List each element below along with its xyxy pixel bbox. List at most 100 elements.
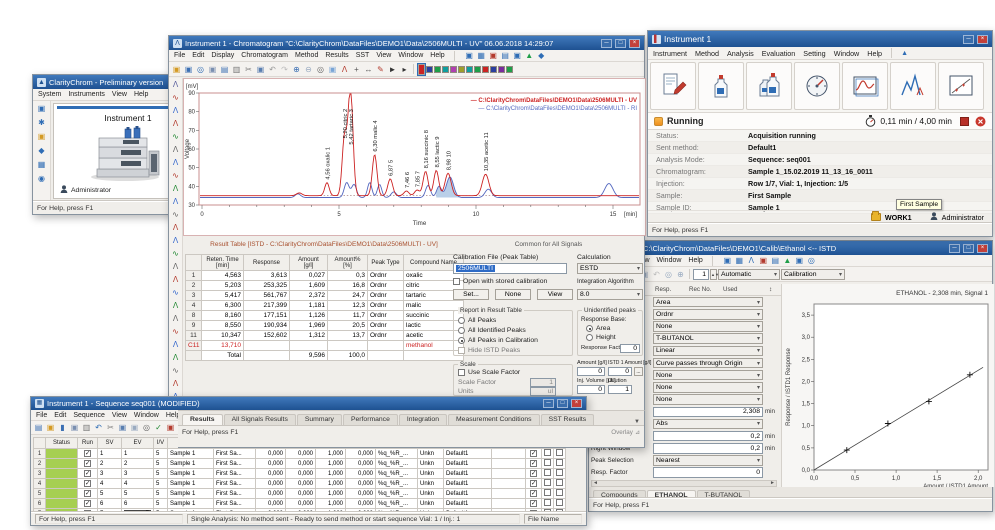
option-checkbox[interactable] xyxy=(542,479,554,489)
run-checkbox[interactable]: ✓ xyxy=(78,469,98,479)
tool-icon[interactable]: ↷ xyxy=(279,64,290,75)
sequence-table-row[interactable]: 1✓115Sample 1First Sa...0,0000,0001,0000… xyxy=(34,449,566,459)
run-checkbox[interactable]: ✓ xyxy=(78,489,98,499)
close-button[interactable]: × xyxy=(629,39,640,48)
tool-icon[interactable]: ▣ xyxy=(171,64,182,75)
tool-icon[interactable]: ⊖ xyxy=(303,64,314,75)
option-checkbox[interactable] xyxy=(554,479,566,489)
tool-icon[interactable]: ▥ xyxy=(81,422,92,433)
calculation-select[interactable]: ESTD xyxy=(577,263,643,274)
result-table-row[interactable]: 25,203253,3251,60916,8Ordnrcitric xyxy=(186,281,464,291)
tool-icon[interactable]: Λ xyxy=(170,78,182,91)
tool-icon[interactable]: ◉ xyxy=(36,173,47,184)
resize-grip-icon[interactable]: ⊿ xyxy=(635,429,640,436)
property-select[interactable]: Ordnr xyxy=(653,309,763,320)
property-select[interactable]: None xyxy=(653,394,763,405)
run-checkbox[interactable]: ✓ xyxy=(78,459,98,469)
tool-icon[interactable]: ▣ xyxy=(722,255,733,266)
stop-button[interactable] xyxy=(960,117,969,126)
all-peaks-radio[interactable]: All Peaks xyxy=(458,317,496,324)
close-button[interactable]: × xyxy=(977,35,988,44)
uplink-icon[interactable]: ▲ xyxy=(901,50,908,57)
option-checkbox[interactable] xyxy=(554,489,566,499)
tool-icon[interactable]: ✂ xyxy=(243,64,254,75)
menu-item-results[interactable]: Results xyxy=(325,52,348,59)
minimize-button[interactable]: ─ xyxy=(949,244,960,253)
tool-icon[interactable]: ↶ xyxy=(267,64,278,75)
tool-icon[interactable]: Λ xyxy=(170,273,182,286)
tool-icon[interactable]: ∿ xyxy=(170,247,182,260)
tool-icon[interactable]: ▣ xyxy=(183,64,194,75)
result-table-row[interactable]: 35,417561,7672,37224,7Ordnrtartaric xyxy=(186,291,464,301)
response-factor-input[interactable]: 0 xyxy=(620,344,640,353)
dilution-input[interactable]: 1 xyxy=(608,385,632,394)
menu-item-method[interactable]: Method xyxy=(295,52,318,59)
tool-icon[interactable]: ∿ xyxy=(170,91,182,104)
tool-icon[interactable]: ⊕ xyxy=(291,64,302,75)
tool-icon[interactable]: ▣ xyxy=(464,50,475,61)
sequence-table-row[interactable]: 4✓445Sample 1First Sa...0,0000,0001,0000… xyxy=(34,479,566,489)
option-checkbox[interactable] xyxy=(542,449,554,459)
overlay-color-swatch[interactable] xyxy=(434,66,441,73)
result-column-header[interactable]: Peak Type xyxy=(368,255,404,271)
menu-item-method[interactable]: Method xyxy=(695,49,719,58)
property-select[interactable]: None xyxy=(653,382,763,393)
menu-item-sst[interactable]: SST xyxy=(356,52,370,59)
sequence-title-bar[interactable]: ▦ Instrument 1 - Sequence seq001 (MODIFI… xyxy=(31,397,586,410)
sequence-button[interactable] xyxy=(746,62,792,110)
overlay-color-swatch[interactable] xyxy=(426,66,433,73)
tool-icon[interactable]: Λ xyxy=(746,255,757,266)
overlay-toggle[interactable]: Overlay xyxy=(611,429,633,436)
menu-item-system[interactable]: System xyxy=(38,91,61,98)
overlay-color-swatch[interactable] xyxy=(458,66,465,73)
result-column-header[interactable]: Amount [g/l] xyxy=(290,255,328,271)
tool-icon[interactable]: ∿ xyxy=(170,208,182,221)
tool-icon[interactable]: Λ xyxy=(170,260,182,273)
tool-icon[interactable]: Λ xyxy=(170,104,182,117)
property-select[interactable]: None xyxy=(653,370,763,381)
property-select[interactable]: T-BUTANOL xyxy=(653,333,763,344)
tool-icon[interactable]: ▸ xyxy=(399,64,410,75)
overlay-color-swatch[interactable] xyxy=(490,66,497,73)
menu-item-file[interactable]: File xyxy=(36,412,47,419)
maximize-button[interactable]: □ xyxy=(557,399,568,408)
chromatogram-title-bar[interactable]: Λ Instrument 1 - Chromatogram "C:\Clarit… xyxy=(169,36,644,50)
tool-icon[interactable]: ↶ xyxy=(651,269,662,280)
menu-item-view[interactable]: View xyxy=(112,412,127,419)
run-checkbox[interactable]: ✓ xyxy=(78,499,98,509)
overlay-color-swatch[interactable] xyxy=(418,64,425,75)
tool-icon[interactable]: ▲ xyxy=(524,50,535,61)
tool-icon[interactable]: ▦ xyxy=(476,50,487,61)
tool-icon[interactable]: ▤ xyxy=(219,64,230,75)
tool-icon[interactable]: ✱ xyxy=(36,117,47,128)
tab-sst-results[interactable]: SST Results xyxy=(541,414,595,425)
tool-icon[interactable]: Λ xyxy=(170,195,182,208)
view-button[interactable]: View xyxy=(537,289,573,300)
tool-icon[interactable]: + xyxy=(351,64,362,75)
all-identified-peaks-radio[interactable]: All Identified Peaks xyxy=(458,327,526,334)
abort-button[interactable] xyxy=(975,116,986,127)
result-table-row[interactable]: 88,160177,1511,12611,7Ordnrsuccinic xyxy=(186,311,464,321)
overlay-color-swatch[interactable] xyxy=(498,66,505,73)
tool-icon[interactable]: Λ xyxy=(339,64,350,75)
result-table-row[interactable]: 46,300217,3991,18112,3Ordnrmalic xyxy=(186,301,464,311)
calibration-curve-chart[interactable]: ETHANOL - 2,308 min, Signal 10,00,51,01,… xyxy=(781,284,994,487)
property-select[interactable]: Nearest xyxy=(653,455,763,466)
tool-icon[interactable]: ◎ xyxy=(806,255,817,266)
result-table-row[interactable]: Total9,596100,0 xyxy=(186,351,464,361)
run-checkbox[interactable]: ✓ xyxy=(526,449,542,459)
close-button[interactable]: × xyxy=(977,244,988,253)
tool-icon[interactable]: ▤ xyxy=(500,50,511,61)
sequence-column-header[interactable] xyxy=(34,438,46,449)
tool-icon[interactable]: ∿ xyxy=(170,325,182,338)
result-column-header[interactable]: Response xyxy=(244,255,290,271)
open-stored-checkbox[interactable]: Open with stored calibration xyxy=(453,278,547,285)
tool-icon[interactable]: ▣ xyxy=(129,422,140,433)
integration-algorithm-select[interactable]: 8.0 xyxy=(577,289,643,300)
tool-icon[interactable]: ⊕ xyxy=(675,269,686,280)
option-checkbox[interactable] xyxy=(554,449,566,459)
tool-icon[interactable]: ▤ xyxy=(33,422,44,433)
menu-item-sequence[interactable]: Sequence xyxy=(73,412,105,419)
property-select[interactable]: Area xyxy=(653,297,763,308)
menu-item-window[interactable]: Window xyxy=(134,412,159,419)
